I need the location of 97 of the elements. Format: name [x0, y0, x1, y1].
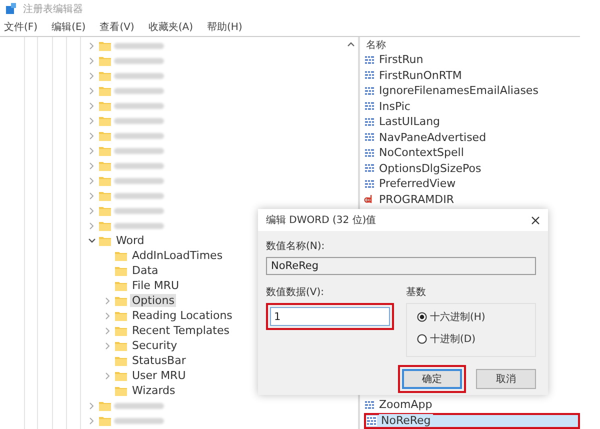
blurred-label: [114, 402, 164, 408]
cancel-button[interactable]: 取消: [476, 369, 536, 389]
folder-icon: [99, 84, 111, 96]
binary-value-icon: [366, 416, 377, 426]
tree-item[interactable]: Data: [130, 264, 160, 277]
folder-icon: [99, 40, 111, 52]
field-label: 数值名称(N):: [266, 240, 326, 253]
value-name[interactable]: OptionsDlgSizePos: [377, 162, 484, 175]
folder-icon: [115, 310, 127, 322]
column-header[interactable]: 名称: [364, 37, 580, 52]
tree-item[interactable]: Word: [114, 234, 146, 247]
value-name[interactable]: FirstRunOnRTM: [377, 68, 464, 82]
value-name[interactable]: InsPic: [377, 100, 412, 113]
app-icon: [5, 3, 17, 15]
value-name[interactable]: IgnoreFilenamesEmailAliases: [377, 84, 540, 98]
menu-item[interactable]: 文件(F): [4, 20, 38, 34]
folder-icon: [115, 340, 127, 352]
binary-value-icon: [364, 70, 375, 80]
group-label: 基数: [406, 286, 427, 299]
folder-icon: [115, 250, 127, 262]
scroll-up-icon[interactable]: [347, 41, 355, 47]
blurred-label: [114, 102, 164, 108]
blurred-label: [114, 58, 164, 64]
tree-item[interactable]: User MRU: [130, 369, 188, 382]
name-field[interactable]: NoReReg: [266, 257, 536, 275]
binary-value-icon: [364, 148, 375, 158]
folder-icon: [99, 144, 111, 156]
folder-icon: [99, 174, 111, 186]
tree-item[interactable]: StatusBar: [130, 354, 188, 367]
folder-icon: [99, 114, 111, 126]
radio-button[interactable]: [417, 334, 427, 344]
blurred-label: [114, 418, 164, 424]
tree-item[interactable]: Options: [130, 294, 176, 307]
menu-item[interactable]: 收藏夹(A): [148, 20, 193, 34]
blurred-label: [114, 88, 164, 94]
binary-value-icon: [364, 54, 375, 65]
folder-icon: [115, 370, 127, 382]
folder-icon: [115, 280, 127, 292]
radio-label: 十六进制(H): [430, 310, 486, 324]
menu-item[interactable]: 编辑(E): [52, 20, 86, 34]
folder-icon: [99, 70, 111, 82]
tree-item[interactable]: AddInLoadTimes: [130, 249, 225, 262]
value-name[interactable]: NoReReg: [379, 414, 433, 427]
data-field[interactable]: 1: [270, 307, 390, 326]
folder-icon: [99, 160, 111, 172]
binary-value-icon: [364, 86, 375, 96]
value-name[interactable]: PROGRAMDIR: [377, 192, 456, 206]
blurred-label: [114, 42, 164, 48]
value-name[interactable]: NoContextSpell: [377, 146, 466, 160]
folder-icon: [99, 414, 111, 426]
dialog-title: 编辑 DWORD (32 位)值: [266, 214, 376, 227]
menu-item[interactable]: 帮助(H): [207, 20, 242, 34]
folder-icon: [99, 54, 111, 66]
value-name[interactable]: LastUILang: [377, 115, 442, 128]
value-name[interactable]: NavPaneAdvertised: [377, 130, 488, 144]
blurred-label: [114, 132, 164, 138]
blurred-label: [114, 222, 164, 228]
tree-item[interactable]: File MRU: [130, 279, 182, 292]
binary-value-icon: [364, 178, 375, 189]
folder-icon: [99, 130, 111, 142]
blurred-label: [114, 178, 164, 184]
binary-value-icon: [364, 163, 375, 174]
blurred-label: [114, 148, 164, 154]
folder-icon: [115, 384, 127, 396]
window-title: 注册表编辑器: [23, 2, 83, 16]
radio-button[interactable]: [417, 312, 427, 322]
folder-icon: [99, 100, 111, 112]
folder-icon: [115, 354, 127, 366]
folder-icon: [115, 294, 127, 306]
blurred-label: [114, 192, 164, 198]
folder-icon: [99, 234, 111, 246]
folder-icon: [99, 220, 111, 232]
tree-item[interactable]: Wizards: [130, 384, 178, 397]
blurred-label: [114, 72, 164, 78]
radio-label: 十进制(D): [430, 332, 476, 346]
folder-icon: [115, 324, 127, 336]
value-name[interactable]: ZoomApp: [377, 398, 434, 412]
tree-item[interactable]: Recent Templates: [130, 324, 232, 337]
blurred-label: [114, 208, 164, 214]
field-label: 数值数据(V):: [266, 286, 326, 299]
tree-item[interactable]: Security: [130, 339, 180, 352]
binary-value-icon: [364, 400, 375, 410]
value-name[interactable]: PreferredView: [377, 177, 458, 190]
binary-value-icon: [364, 132, 375, 142]
binary-value-icon: [364, 116, 375, 127]
folder-icon: [99, 400, 111, 412]
blurred-label: [114, 162, 164, 168]
folder-icon: [99, 190, 111, 202]
ok-button[interactable]: 确定: [402, 369, 462, 389]
blurred-label: [114, 118, 164, 124]
value-name[interactable]: FirstRun: [377, 53, 426, 66]
binary-value-icon: [364, 101, 375, 112]
tree-item[interactable]: Reading Locations: [130, 309, 234, 322]
folder-icon: [115, 264, 127, 276]
close-icon[interactable]: [531, 216, 540, 224]
folder-icon: [99, 204, 111, 216]
menu-item[interactable]: 查看(V): [100, 20, 134, 34]
